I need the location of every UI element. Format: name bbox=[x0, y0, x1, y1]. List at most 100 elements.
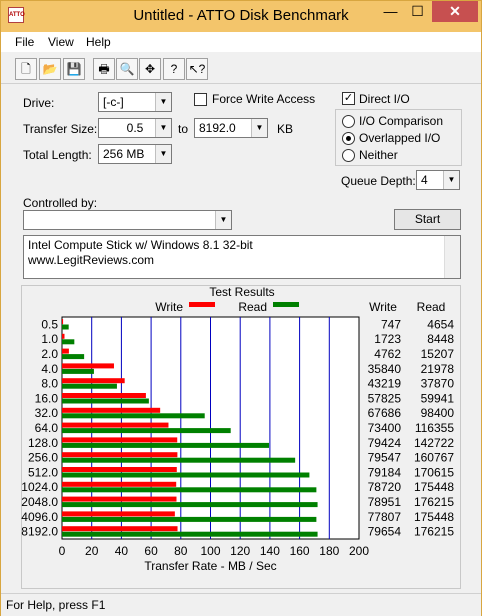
read-value-label: 59941 bbox=[421, 391, 455, 405]
write-value-label: 4762 bbox=[374, 347, 401, 361]
drive-value: [-c-] bbox=[103, 95, 124, 109]
open-icon[interactable]: 📂 bbox=[39, 58, 61, 80]
transfer-to-select[interactable]: 8192.0 ▼ bbox=[194, 118, 268, 138]
queue-depth-select[interactable]: 4 ▼ bbox=[416, 170, 460, 190]
total-length-select[interactable]: 256 MB ▼ bbox=[98, 144, 172, 164]
write-bar bbox=[62, 363, 114, 369]
x-tick-label: 200 bbox=[349, 544, 369, 558]
read-value-label: 4654 bbox=[427, 317, 454, 331]
transfer-to-value: 8192.0 bbox=[199, 121, 236, 135]
menu-help[interactable]: Help bbox=[86, 35, 111, 49]
legend-write-swatch bbox=[189, 302, 215, 307]
read-bar bbox=[62, 413, 205, 419]
drive-label: Drive: bbox=[23, 96, 55, 110]
io-comparison-label: I/O Comparison bbox=[359, 114, 444, 128]
read-bar bbox=[62, 516, 317, 522]
close-button[interactable]: ✕ bbox=[432, 1, 478, 22]
category-label: 2048.0 bbox=[21, 495, 58, 509]
read-bar bbox=[62, 354, 85, 360]
direct-io-checkbox[interactable]: ✓ bbox=[342, 92, 355, 105]
overlapped-io-radio[interactable] bbox=[342, 132, 355, 145]
print-preview-icon[interactable]: 🔍 bbox=[116, 58, 138, 80]
write-value-label: 747 bbox=[381, 317, 401, 331]
category-label: 256.0 bbox=[28, 451, 58, 465]
write-bar bbox=[62, 378, 125, 384]
write-value-label: 73400 bbox=[368, 421, 402, 435]
chevron-down-icon[interactable]: ▼ bbox=[155, 93, 171, 111]
write-bar bbox=[62, 393, 146, 398]
write-bar bbox=[62, 481, 177, 487]
read-value-label: 98400 bbox=[421, 406, 455, 420]
neither-radio[interactable] bbox=[342, 149, 355, 162]
read-value-label: 15207 bbox=[421, 347, 455, 361]
x-tick-label: 120 bbox=[230, 544, 250, 558]
read-bar bbox=[62, 324, 69, 330]
total-length-label: Total Length: bbox=[23, 148, 92, 162]
description-textarea[interactable]: Intel Compute Stick w/ Windows 8.1 32-bi… bbox=[23, 235, 461, 279]
force-write-checkbox[interactable] bbox=[194, 93, 207, 106]
menu-view[interactable]: View bbox=[48, 35, 74, 49]
queue-depth-value: 4 bbox=[421, 173, 428, 187]
x-tick-label: 80 bbox=[174, 544, 188, 558]
read-value-label: 176215 bbox=[414, 525, 454, 539]
write-value-label: 43219 bbox=[368, 377, 402, 391]
chevron-down-icon[interactable]: ▼ bbox=[251, 119, 267, 137]
save-icon[interactable]: 💾 bbox=[63, 58, 85, 80]
x-tick-label: 0 bbox=[59, 544, 66, 558]
write-bar bbox=[62, 319, 64, 324]
category-label: 64.0 bbox=[35, 421, 59, 435]
new-icon[interactable]: 🗋 bbox=[15, 58, 37, 80]
read-value-label: 175448 bbox=[414, 480, 454, 494]
write-value-label: 78720 bbox=[368, 480, 402, 494]
read-bar bbox=[62, 383, 117, 389]
force-write-label: Force Write Access bbox=[212, 92, 316, 106]
start-button[interactable]: Start bbox=[394, 209, 461, 230]
chevron-down-icon[interactable]: ▼ bbox=[443, 171, 459, 189]
read-bar bbox=[62, 428, 231, 434]
title-bar[interactable]: ATTO Untitled - ATTO Disk Benchmark — ☐ … bbox=[1, 1, 481, 32]
write-bar bbox=[62, 496, 177, 502]
controlled-by-label: Controlled by: bbox=[23, 196, 98, 210]
transfer-from-select[interactable]: 0.5 ▼ bbox=[98, 118, 172, 138]
controlled-by-select[interactable]: ▼ bbox=[23, 210, 232, 230]
toolbar: 🗋 📂 💾 🖶 🔍 ✥ ? ↖? bbox=[1, 52, 481, 84]
read-value-label: 21978 bbox=[421, 362, 455, 376]
x-axis-label: Transfer Rate - MB / Sec bbox=[144, 559, 276, 573]
minimize-button[interactable]: — bbox=[377, 1, 404, 22]
description-scrollbar[interactable] bbox=[444, 236, 460, 278]
write-bar bbox=[62, 348, 69, 354]
x-tick-label: 60 bbox=[144, 544, 158, 558]
category-label: 16.0 bbox=[35, 391, 59, 405]
write-bar bbox=[62, 422, 169, 428]
menu-file[interactable]: File bbox=[15, 35, 34, 49]
category-label: 1024.0 bbox=[21, 480, 58, 494]
read-bar bbox=[62, 502, 318, 508]
io-comparison-radio[interactable] bbox=[342, 115, 355, 128]
write-bar bbox=[62, 467, 177, 472]
x-tick-label: 140 bbox=[260, 544, 280, 558]
read-bar bbox=[62, 457, 296, 463]
write-value-label: 79654 bbox=[368, 525, 402, 539]
write-value-label: 79424 bbox=[368, 436, 402, 450]
status-bar: For Help, press F1 bbox=[1, 593, 481, 616]
chevron-down-icon[interactable]: ▼ bbox=[215, 211, 231, 229]
chevron-down-icon[interactable]: ▼ bbox=[155, 119, 171, 137]
drive-select[interactable]: [-c-] ▼ bbox=[98, 92, 172, 112]
x-tick-label: 100 bbox=[200, 544, 220, 558]
chevron-down-icon[interactable]: ▼ bbox=[155, 145, 171, 163]
move-icon[interactable]: ✥ bbox=[139, 58, 161, 80]
print-icon[interactable]: 🖶 bbox=[93, 58, 115, 80]
write-value-label: 78951 bbox=[368, 495, 402, 509]
legend-read-label: Read bbox=[238, 300, 267, 314]
neither-label: Neither bbox=[359, 148, 398, 162]
help-icon[interactable]: ? bbox=[163, 58, 185, 80]
write-bar bbox=[62, 526, 178, 532]
read-bar bbox=[62, 472, 310, 478]
maximize-button[interactable]: ☐ bbox=[404, 1, 431, 22]
write-value-label: 35840 bbox=[368, 362, 402, 376]
category-label: 1.0 bbox=[41, 332, 58, 346]
category-label: 0.5 bbox=[41, 317, 58, 331]
context-help-icon[interactable]: ↖? bbox=[186, 58, 208, 80]
read-value-label: 160767 bbox=[414, 451, 454, 465]
read-value-label: 116355 bbox=[415, 421, 454, 435]
